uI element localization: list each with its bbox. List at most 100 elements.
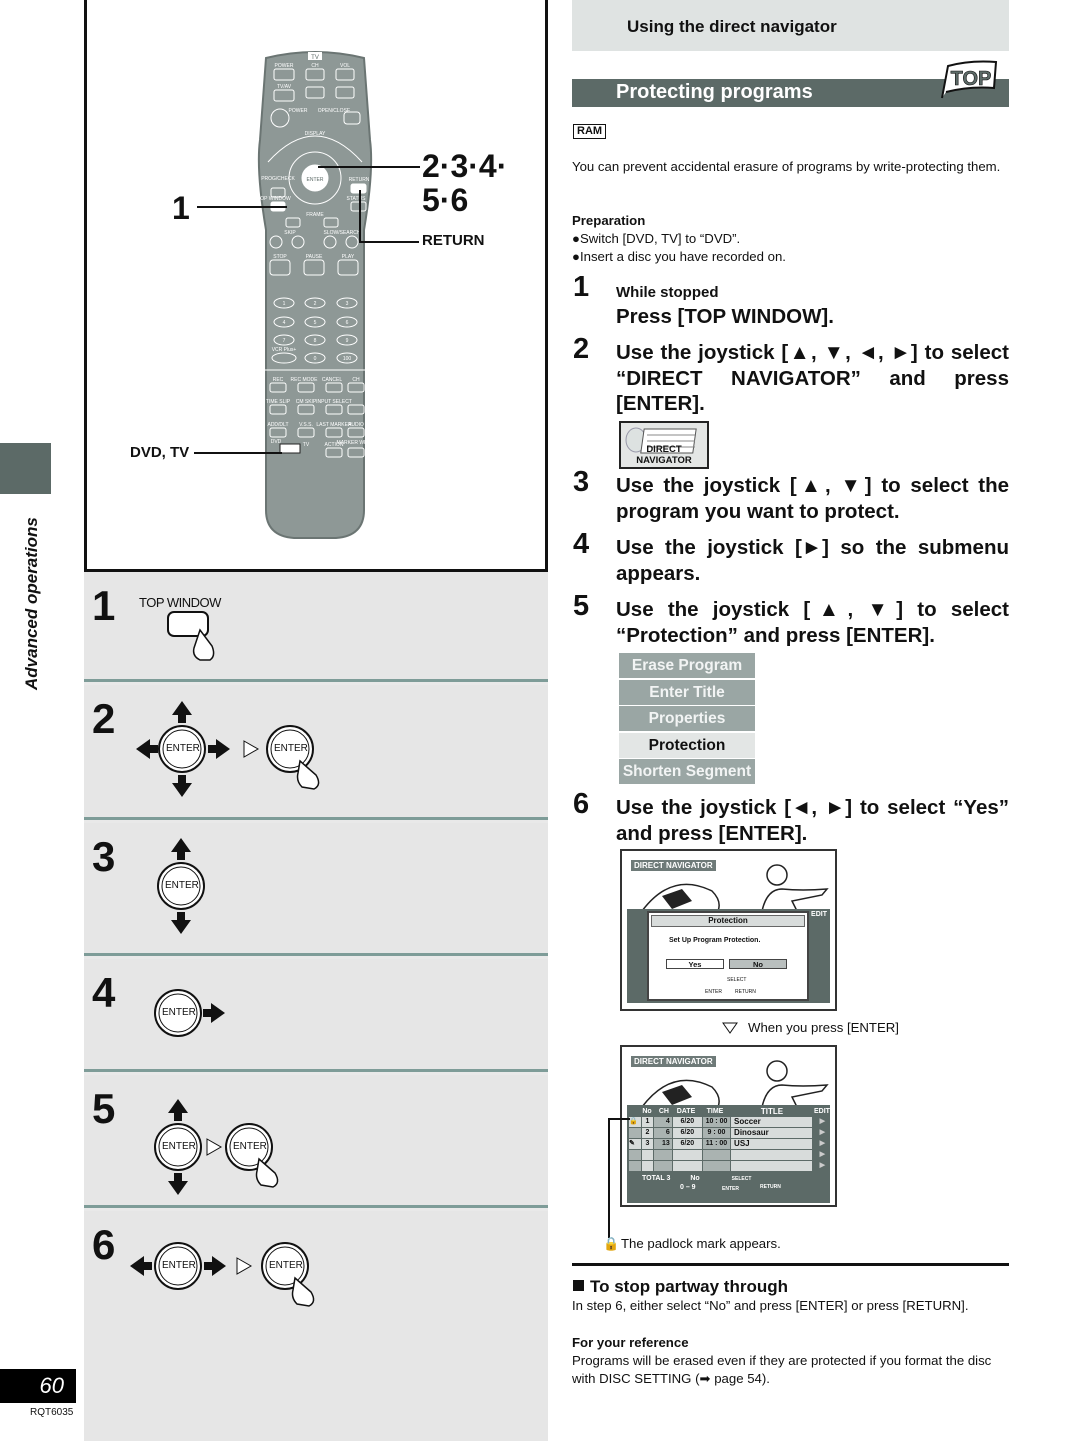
- program-row[interactable]: 🔒 1 4 6/20 WED 10 : 00 AM Soccer ▶: [629, 1117, 832, 1135]
- edit-icon: ✎: [629, 1139, 641, 1149]
- display-label: DISPLAY: [305, 131, 326, 137]
- time-slip-label: TIME SLIP: [266, 399, 291, 405]
- soccer-player-illustration: [641, 1060, 829, 1107]
- enter-label: ENTER: [166, 743, 200, 754]
- step-panel-1: 1 TOP WINDOW: [84, 572, 548, 682]
- document-code: RQT6035: [30, 1407, 74, 1418]
- step-panel-2: 2 ENTER ENTER: [84, 685, 548, 820]
- step-number-5: 5: [573, 590, 590, 622]
- col-ch: CH: [658, 1108, 669, 1115]
- dvd-switch-label: DVD: [271, 439, 282, 445]
- col-title: TITLE: [760, 1107, 784, 1116]
- step-panel-6: 6 ENTER ENTER: [84, 1211, 548, 1441]
- tv-switch-label: TV: [303, 442, 310, 448]
- slow-search-label: SLOW/SEARCH: [324, 230, 361, 236]
- direct-navigator-icon: DIRECT NAVIGATOR: [619, 421, 709, 469]
- dvd-ch-label: CH: [352, 377, 360, 383]
- protection-dialog: Protection Set Up Program Protection. Ye…: [647, 911, 809, 1001]
- section-header-title: Using the direct navigator: [627, 17, 837, 36]
- program-table: No CH DATE TIME TITLE EDIT 🔒 1 4 6/20 WE…: [629, 1107, 832, 1172]
- cm-skip-label: CM SKIP: [296, 399, 317, 405]
- callout-line-dvd-tv: [194, 452, 282, 454]
- submenu-item-protection: Protection: [619, 732, 755, 758]
- row-time: 11 : 00 PM: [702, 1139, 731, 1157]
- vol-label: VOL: [340, 63, 350, 69]
- last-marker-label: LAST MARKER: [316, 422, 352, 428]
- row-date: 6/20 WED: [672, 1139, 702, 1157]
- step-panel-3: 3 ENTER: [84, 823, 548, 956]
- enter-label: ENTER: [162, 1007, 196, 1018]
- padlock-icon: 🔒: [603, 1236, 620, 1251]
- marker-write-label: MARKER WRITE: [337, 440, 374, 446]
- status-label: STATUS: [347, 196, 367, 202]
- dialog-no-button[interactable]: No: [729, 959, 787, 969]
- digit-8: 8: [314, 338, 317, 344]
- callout-step-1: 1: [172, 190, 190, 226]
- digit-3: 3: [346, 301, 349, 307]
- page-title: Protecting programs: [616, 81, 813, 103]
- step-panel-4: 4 ENTER: [84, 959, 548, 1072]
- ch-label: CH: [311, 63, 319, 69]
- direct-navigator-icon-label: DIRECT NAVIGATOR: [636, 444, 692, 466]
- step-panel-5: 5 ENTER ENTER: [84, 1075, 548, 1208]
- remote-control-illustration: TV POWER CH VOL TV/AV POWER OPEN/CLOSE D…: [257, 51, 374, 539]
- step-4-instruction: Use the joystick [►] so the submenu appe…: [616, 536, 1009, 585]
- preparation-item: ●Switch [DVD, TV] to “DVD”.: [572, 231, 741, 246]
- list-footer: TOTAL 3 No SELECT 0 – 9 ENTER RETURN: [642, 1175, 781, 1192]
- skip-label: SKIP: [284, 230, 296, 236]
- hint-select: SELECT: [731, 1176, 752, 1182]
- submenu-item-shorten-segment: Shorten Segment: [619, 759, 755, 784]
- power-tv-label: POWER: [275, 63, 294, 69]
- stop-partway-title: To stop partway through: [590, 1277, 789, 1296]
- step-3-instruction: Use the joystick [▲, ▼] to select the pr…: [616, 474, 1009, 523]
- callout-dvd-tv: DVD, TV: [130, 444, 190, 461]
- step-number-3: 3: [573, 466, 590, 498]
- pause-label: PAUSE: [306, 254, 323, 260]
- power-label: POWER: [289, 108, 308, 114]
- reference-block: For your reference Programs will be eras…: [572, 1334, 1009, 1388]
- reference-label: For your reference: [572, 1335, 689, 1350]
- program-row[interactable]: ✎ 3 13 6/20 WED 11 : 00 PM USJ ▶: [629, 1139, 832, 1157]
- digit-100: 100: [343, 356, 352, 362]
- digit-9: 9: [346, 338, 349, 344]
- row-title: Soccer: [731, 1117, 812, 1127]
- row-no: 1: [641, 1117, 654, 1127]
- return-label: RETURN: [349, 177, 370, 183]
- digit-5: 5: [314, 320, 317, 326]
- row-date: 6/20 WED: [672, 1128, 702, 1146]
- submenu-illustration: Erase Program Enter Title Properties Pro…: [619, 653, 755, 786]
- callout-steps-2-6-line1: 2·3·4·: [422, 148, 508, 184]
- rec-label: REC: [273, 377, 284, 383]
- vcr-plus-label: VCR Plus+: [272, 347, 297, 353]
- number-range: 0 – 9: [680, 1184, 696, 1191]
- open-close-label: OPEN/CLOSE: [318, 108, 351, 114]
- edit-arrow-icon[interactable]: ▶: [813, 1128, 832, 1138]
- program-table-header: No CH DATE TIME TITLE EDIT: [629, 1107, 832, 1117]
- dialog-title: Protection: [651, 915, 805, 927]
- edit-arrow-icon[interactable]: ▶: [813, 1139, 832, 1149]
- row-date: 6/20 WED: [672, 1117, 702, 1135]
- dialog-message: Set Up Program Protection.: [669, 937, 761, 944]
- step-number-4: 4: [573, 528, 590, 560]
- enter-label: ENTER: [233, 1141, 267, 1152]
- callout-line-top-window: [197, 206, 287, 208]
- number-label: No: [690, 1175, 700, 1182]
- disc-type-badge: RAM: [573, 124, 607, 139]
- row-ch: 4: [654, 1117, 672, 1127]
- top-flag-label: TOP: [951, 68, 992, 90]
- row-title: Dinosaur: [731, 1128, 812, 1138]
- row-title: USJ: [731, 1139, 812, 1149]
- program-row[interactable]: 2 6 6/20 WED 9 : 00 PM Dinosaur ▶: [629, 1128, 832, 1146]
- col-time: TIME: [706, 1108, 724, 1115]
- row-time: 10 : 00 AM: [702, 1117, 731, 1135]
- dialog-yes-button[interactable]: Yes: [666, 959, 724, 969]
- hint-return: RETURN: [760, 1184, 781, 1190]
- row-time: 9 : 00 PM: [702, 1128, 731, 1146]
- padlock-note: The padlock mark appears.: [621, 1236, 781, 1251]
- hint-select: SELECT: [727, 977, 747, 983]
- prog-check-label: PROG/CHECK: [261, 176, 295, 182]
- row-no: 2: [641, 1128, 654, 1138]
- edit-arrow-icon: ▶: [819, 1151, 826, 1158]
- hint-enter: ENTER: [705, 989, 722, 995]
- edit-arrow-icon[interactable]: ▶: [813, 1117, 832, 1127]
